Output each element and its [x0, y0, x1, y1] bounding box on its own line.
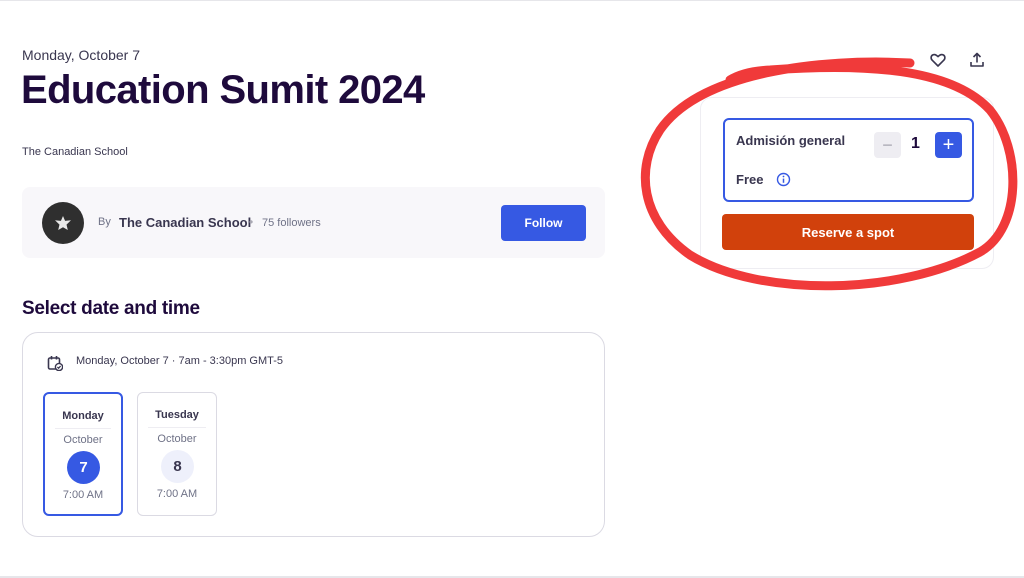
date-option-monday[interactable]: Monday October 7 7:00 AM [43, 392, 123, 516]
ticket-name: Admisión general [736, 133, 846, 148]
organizer-avatar[interactable] [42, 202, 84, 244]
calendar-icon [47, 356, 63, 371]
organizer-name[interactable]: The Canadian School [119, 215, 251, 230]
organizer-short-name[interactable]: The Canadian School [22, 146, 128, 158]
selected-datetime: Monday, October 7 · 7am - 3:30pm GMT-5 [76, 355, 284, 367]
day-time: 7:00 AM [62, 489, 104, 501]
organizer-card: By The Canadian School • 75 followers Fo… [22, 187, 605, 258]
day-month: October [63, 434, 103, 446]
event-date: Monday, October 7 [22, 47, 141, 63]
day-divider [55, 428, 111, 429]
follow-button[interactable]: Follow [501, 205, 586, 241]
day-name: Tuesday [155, 409, 199, 421]
share-icon[interactable] [968, 51, 986, 69]
ticket-price: Free [736, 172, 764, 187]
ticket-quantity: 1 [911, 135, 920, 152]
day-time: 7:00 AM [156, 488, 198, 500]
heart-icon[interactable] [929, 51, 947, 69]
followers-count: 75 followers [262, 217, 321, 229]
day-divider [148, 427, 206, 428]
event-title: Education Sumit 2024 [21, 68, 425, 112]
day-number: 7 [67, 451, 100, 484]
date-time-card: Monday, October 7 · 7am - 3:30pm GMT-5 M… [22, 332, 605, 537]
maple-leaf-icon [55, 216, 71, 230]
info-icon[interactable] [776, 172, 791, 187]
decrease-quantity-button[interactable]: − [874, 132, 901, 158]
reserve-spot-button[interactable]: Reserve a spot [722, 214, 974, 250]
by-label: By [98, 216, 111, 228]
ticket-selector: Admisión general − 1 + Free [723, 118, 974, 202]
date-option-tuesday[interactable]: Tuesday October 8 7:00 AM [137, 392, 217, 516]
increase-quantity-button[interactable]: + [935, 132, 962, 158]
section-title-date-time: Select date and time [22, 298, 200, 319]
day-name: Monday [62, 410, 104, 422]
day-number: 8 [161, 450, 194, 483]
separator-dot: • [249, 215, 254, 229]
day-month: October [157, 433, 197, 445]
